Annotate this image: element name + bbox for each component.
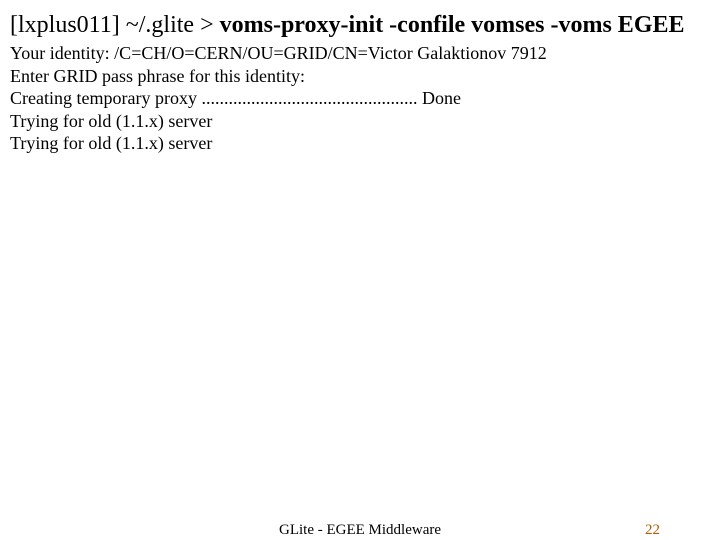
- output-line: Enter GRID pass phrase for this identity…: [10, 65, 710, 88]
- footer-title: GLite - EGEE Middleware: [0, 522, 720, 539]
- slide: [lxplus011] ~/.glite > voms-proxy-init -…: [0, 0, 720, 540]
- shell-prompt: [lxplus011] ~/.glite >: [10, 12, 220, 38]
- output-line: Your identity: /C=CH/O=CERN/OU=GRID/CN=V…: [10, 42, 710, 65]
- output-line: Trying for old (1.1.x) server: [10, 132, 710, 155]
- output-line: Trying for old (1.1.x) server: [10, 110, 710, 133]
- shell-command: voms-proxy-init -confile vomses -voms EG…: [220, 12, 685, 38]
- page-number: 22: [645, 522, 660, 539]
- output-line: Creating temporary proxy ...............…: [10, 87, 710, 110]
- command-line: [lxplus011] ~/.glite > voms-proxy-init -…: [10, 10, 710, 40]
